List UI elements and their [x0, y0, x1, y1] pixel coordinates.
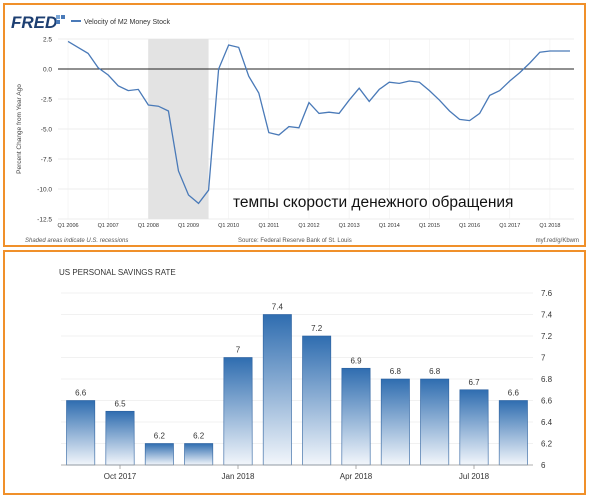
bar-value-label: 6.2 — [154, 432, 166, 441]
x-tick-label: Q1 2013 — [339, 223, 360, 229]
y-axis-label: Percent Change from Year Ago — [16, 84, 23, 174]
y-tick-label: 6.6 — [541, 397, 553, 406]
savings-chart-title: US PERSONAL SAVINGS RATE — [59, 268, 176, 277]
bar-value-label: 6.8 — [429, 367, 441, 376]
overlay-caption: темпы скорости денежного обращения — [233, 194, 513, 211]
bar — [302, 335, 332, 466]
bar-value-label: 6.7 — [468, 378, 480, 387]
fred-logo: FRED — [11, 13, 57, 32]
bar-value-label: 6.9 — [350, 356, 362, 365]
x-tick-label: Q1 2006 — [57, 223, 78, 229]
y-tick-label: -2.5 — [41, 97, 53, 104]
bar — [341, 367, 371, 466]
y-tick-label: 6.4 — [541, 418, 553, 427]
bar-value-label: 7.2 — [311, 324, 323, 333]
y-tick-label: -10.0 — [37, 187, 52, 194]
x-tick-label: Q1 2014 — [379, 223, 400, 229]
x-tick-label: Q1 2009 — [178, 223, 199, 229]
y-tick-label: 7 — [541, 354, 546, 363]
savings-y-ticks: 7.6 7.4 7.2 7 6.8 6.6 6.4 6.2 6 — [541, 289, 553, 470]
y-tick-label: 7.4 — [541, 311, 553, 320]
x-tick-label: Q1 2008 — [138, 223, 159, 229]
y-tick-label: 6.8 — [541, 375, 553, 384]
savings-chart-panel: US PERSONAL SAVINGS RATE 6.66.56.2 6.277.… — [3, 250, 586, 495]
bar — [262, 314, 292, 466]
bar-value-label: 6.6 — [508, 389, 520, 398]
short-link[interactable]: myf.red/g/Kbwm — [536, 238, 579, 244]
bar-value-label: 6.5 — [114, 399, 126, 408]
x-tick-label: Oct 2017 — [104, 472, 137, 481]
bar-value-label: 6.8 — [390, 367, 402, 376]
bar-value-label: 6.2 — [193, 432, 205, 441]
bar — [184, 443, 214, 466]
x-tick-label: Jul 2018 — [459, 472, 490, 481]
recession-note: Shaded areas indicate U.S. recessions — [25, 238, 128, 244]
bar-value-label: 7.4 — [272, 303, 284, 312]
x-tick-label: Q1 2012 — [298, 223, 319, 229]
bar — [498, 400, 528, 466]
y-tick-label: -7.5 — [41, 157, 53, 164]
x-tick-label: Q1 2011 — [258, 223, 279, 229]
bar — [420, 378, 450, 466]
y-tick-label: 6.2 — [541, 440, 553, 449]
recession-shading — [148, 39, 209, 219]
source-note: Source: Federal Reserve Bank of St. Loui… — [238, 238, 352, 244]
y-tick-label: -12.5 — [37, 217, 52, 224]
y-tick-label: 0.0 — [43, 67, 52, 74]
bar — [66, 400, 96, 466]
y-tick-label: 6 — [541, 461, 546, 470]
x-tick-label: Q1 2017 — [499, 223, 520, 229]
x-tick-label: Q1 2018 — [539, 223, 560, 229]
bar — [144, 443, 174, 466]
bar-value-label: 7 — [236, 346, 241, 355]
bar — [223, 357, 253, 466]
y-tick-label: 7.2 — [541, 332, 553, 341]
x-tick-label: Q1 2010 — [218, 223, 239, 229]
legend-label: Velocity of M2 Money Stock — [84, 19, 170, 26]
y-tick-label: 2.5 — [43, 37, 52, 44]
x-tick-label: Q1 2007 — [98, 223, 119, 229]
fred-chart-panel: FRED Velocity of M2 Money Stock Percent … — [3, 3, 586, 247]
bar — [459, 389, 489, 466]
x-tick-label: Q1 2016 — [459, 223, 480, 229]
bar — [380, 378, 410, 466]
bar — [105, 410, 135, 466]
bar-value-label: 6.6 — [75, 389, 87, 398]
y-tick-label: -5.0 — [41, 127, 53, 134]
y-tick-label: 7.6 — [541, 289, 553, 298]
x-tick-label: Apr 2018 — [340, 472, 373, 481]
x-tick-label: Jan 2018 — [222, 472, 255, 481]
x-tick-label: Q1 2015 — [419, 223, 440, 229]
